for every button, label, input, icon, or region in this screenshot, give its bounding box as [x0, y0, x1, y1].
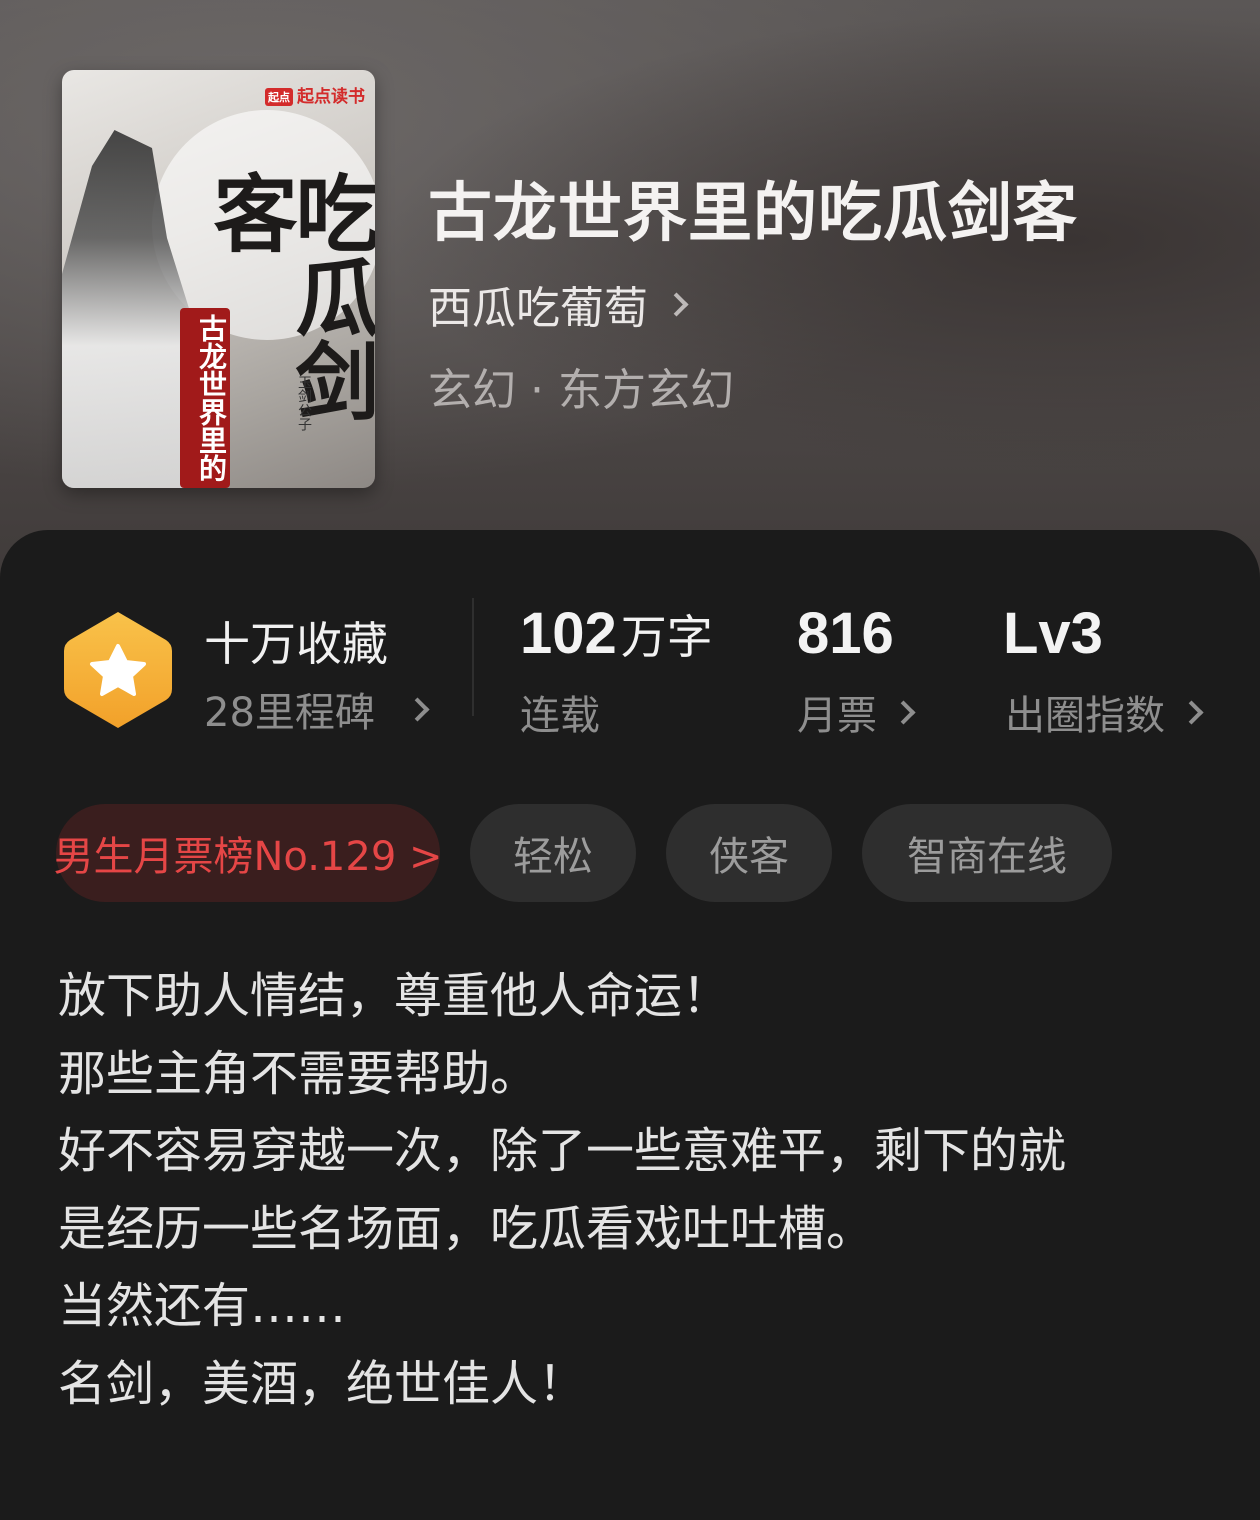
book-genre[interactable]: 玄幻 · 东方玄幻: [428, 354, 734, 418]
word-count-unit: 万字: [620, 610, 713, 664]
tag-chip[interactable]: 轻松: [470, 804, 636, 902]
book-title: 古龙世界里的吃瓜剑客: [428, 176, 1078, 251]
tag-row: 男生月票榜No.129 > 轻松 侠客 智商在线: [54, 804, 1112, 902]
word-count-value: 102: [520, 601, 617, 666]
word-count: 102万字: [520, 600, 713, 667]
monthly-tickets-label: 月票: [797, 693, 877, 739]
cover-brand-tag: 起点: [265, 88, 293, 106]
cover-subtitle: 古龙世界里的: [180, 308, 230, 488]
cover-brand-text: 起点读书: [297, 87, 365, 107]
influence-value: Lv3: [1003, 601, 1103, 666]
monthly-tickets-value: 816: [797, 601, 894, 666]
chevron-right-icon: [664, 291, 689, 317]
book-description[interactable]: 放下助人情结，尊重他人命运！ 那些主角不需要帮助。 好不容易穿越一次，除了一些意…: [58, 958, 1208, 1423]
milestone-link[interactable]: 28里程碑: [204, 680, 430, 738]
author-link[interactable]: 西瓜吃葡萄: [428, 272, 689, 336]
tag-chip[interactable]: 智商在线: [862, 804, 1112, 902]
author-name: 西瓜吃葡萄: [428, 283, 648, 334]
status-label: 连载: [520, 693, 600, 739]
description-line: 是经历一些名场面，吃瓜看戏吐吐槽。: [58, 1200, 875, 1257]
cover-title: 吃瓜剑客: [200, 170, 375, 422]
collect-title: 十万收藏: [204, 617, 388, 671]
description-line: 放下助人情结，尊重他人命运！: [58, 968, 731, 1024]
cover-brand: 起点 起点读书: [265, 82, 365, 107]
chevron-right-icon: [405, 696, 430, 722]
tag-chip[interactable]: 侠客: [666, 804, 832, 902]
chevron-right-icon: [1179, 699, 1204, 725]
stat-divider: [472, 598, 474, 716]
chevron-right-icon: [891, 699, 916, 725]
description-line: 那些主角不需要帮助。: [58, 1045, 539, 1102]
influence-link[interactable]: 出圈指数: [1005, 683, 1204, 741]
description-line: 名剑，美酒，绝世佳人！: [58, 1355, 587, 1412]
description-line: 好不容易穿越一次，除了一些意难平，剩下的就: [58, 1123, 1067, 1179]
cover-author: 玉剑公子: [296, 375, 312, 431]
influence-label: 出圈指数: [1005, 693, 1165, 739]
monthly-tickets-link[interactable]: 月票: [797, 683, 916, 741]
book-cover[interactable]: 起点 起点读书 吃瓜剑客 古龙世界里的 玉剑公子: [62, 70, 375, 488]
milestone-text: 28里程碑: [204, 690, 375, 736]
rank-tag[interactable]: 男生月票榜No.129 >: [54, 804, 443, 902]
star-badge-icon[interactable]: [62, 608, 174, 732]
description-line: 当然还有……: [58, 1278, 347, 1334]
